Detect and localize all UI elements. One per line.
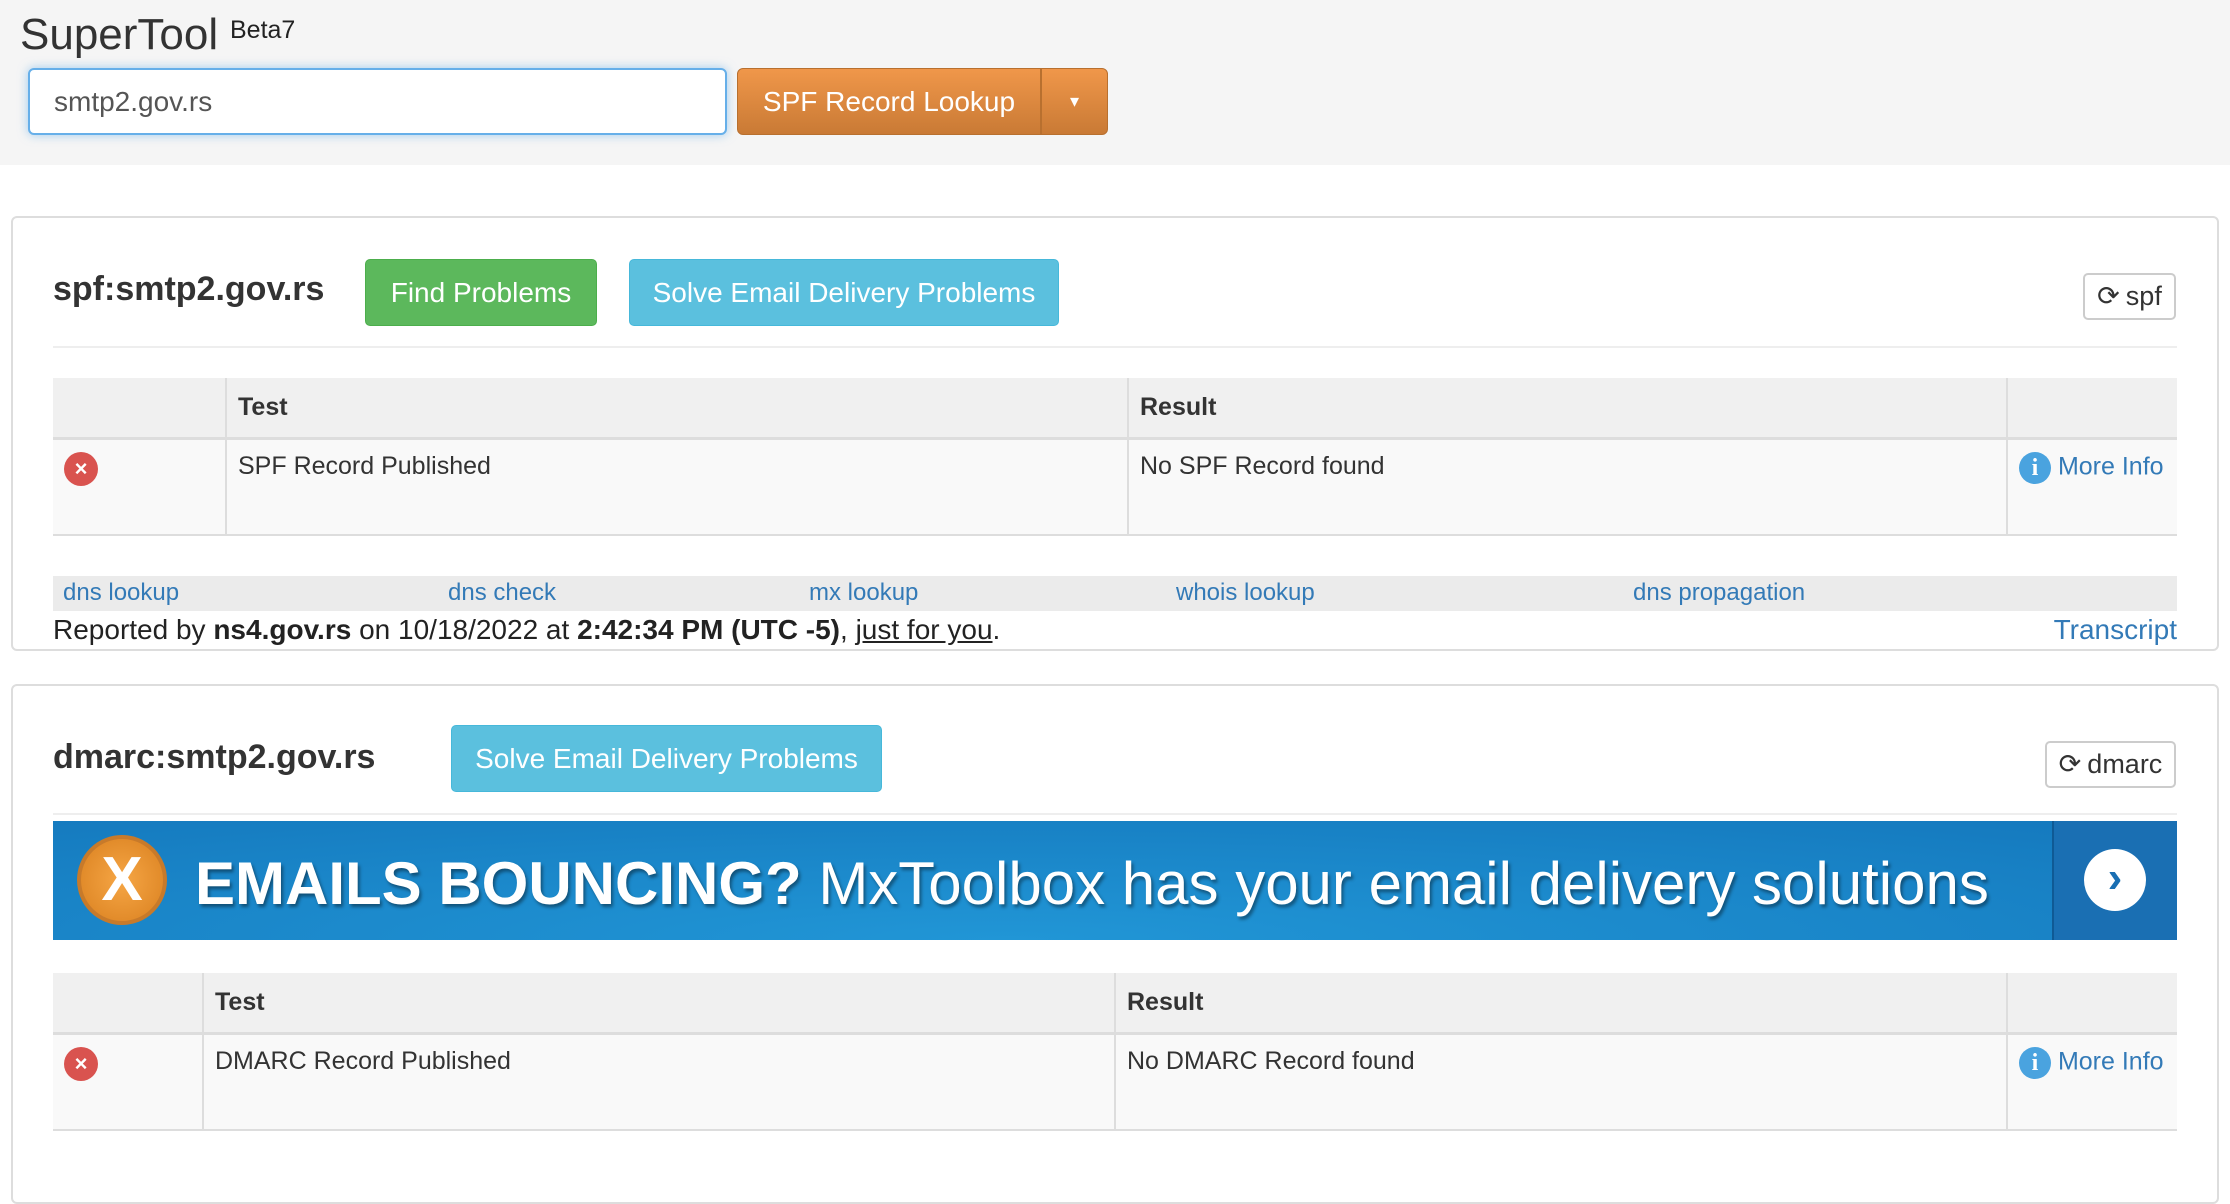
- error-icon: ×: [64, 1046, 98, 1081]
- more-info-link[interactable]: More Info: [2058, 1047, 2164, 1075]
- col-result: Result: [1114, 973, 2007, 1035]
- dns-lookup-link[interactable]: dns lookup: [63, 579, 179, 607]
- col-test: Test: [225, 378, 1128, 440]
- dns-check-link[interactable]: dns check: [448, 579, 556, 607]
- spf-heading: spf:smtp2.gov.rs: [53, 270, 325, 308]
- dns-propagation-link[interactable]: dns propagation: [1633, 579, 1805, 607]
- dmarc-refresh-button[interactable]: ⟳ dmarc: [2045, 741, 2176, 788]
- mxtoolbox-logo-icon: X: [77, 835, 167, 925]
- info-icon: i: [2019, 451, 2051, 484]
- spf-refresh-button[interactable]: ⟳ spf: [2083, 273, 2176, 320]
- report-prefix: Reported by: [53, 614, 214, 645]
- test-name: SPF Record Published: [225, 438, 1128, 536]
- spf-results-table: Test Result × SPF Record Published No SPF R…: [53, 378, 2177, 536]
- transcript-link[interactable]: Transcript: [2054, 614, 2177, 646]
- report-date: on 10/18/2022 at: [351, 614, 578, 645]
- refresh-icon: ⟳: [2058, 749, 2082, 779]
- related-links: dns lookup dns check mx lookup whois loo…: [53, 576, 2177, 611]
- test-result: No SPF Record found: [1127, 438, 2007, 536]
- solve-email-delivery-button[interactable]: Solve Email Delivery Problems: [629, 259, 1059, 326]
- search-input[interactable]: [28, 68, 727, 135]
- refresh-label: spf: [2125, 281, 2162, 311]
- emails-bouncing-banner[interactable]: X EMAILS BOUNCING? MxToolbox has your em…: [53, 821, 2177, 940]
- banner-text: EMAILS BOUNCING? MxToolbox has your emai…: [195, 849, 1989, 918]
- report-info: Reported by ns4.gov.rs on 10/18/2022 at …: [53, 614, 1000, 646]
- table-row: × SPF Record Published No SPF Record found…: [53, 438, 2177, 536]
- spf-lookup-button[interactable]: SPF Record Lookup: [737, 68, 1041, 135]
- table-row: × DMARC Record Published No DMARC Record f…: [53, 1033, 2177, 1131]
- banner-arrow-button[interactable]: ›: [2052, 821, 2177, 940]
- lookup-dropdown-toggle[interactable]: ▾: [1041, 68, 1108, 135]
- mx-lookup-link[interactable]: mx lookup: [809, 579, 918, 607]
- report-end: .: [992, 614, 1001, 645]
- table-header: Test Result: [53, 973, 2177, 1035]
- chevron-right-icon: ›: [2084, 849, 2146, 911]
- divider: [53, 813, 2177, 815]
- info-icon: i: [2019, 1046, 2051, 1079]
- test-result: No DMARC Record found: [1114, 1033, 2007, 1131]
- test-name: DMARC Record Published: [202, 1033, 1115, 1131]
- refresh-label: dmarc: [2087, 749, 2163, 779]
- dmarc-heading: dmarc:smtp2.gov.rs: [53, 738, 376, 776]
- just-for-you-link[interactable]: just for you: [856, 614, 993, 645]
- refresh-icon: ⟳: [2097, 281, 2120, 311]
- report-server: ns4.gov.rs: [213, 614, 352, 645]
- more-info-link[interactable]: More Info: [2058, 452, 2164, 480]
- caret-down-icon: ▾: [1069, 91, 1080, 111]
- table-header: Test Result: [53, 378, 2177, 440]
- banner-tagline: MxToolbox has your email delivery soluti…: [801, 850, 1989, 917]
- report-time: 2:42:34 PM (UTC -5): [577, 614, 840, 645]
- col-test: Test: [202, 973, 1115, 1035]
- col-result: Result: [1127, 378, 2007, 440]
- find-problems-button[interactable]: Find Problems: [365, 259, 597, 326]
- divider: [53, 346, 2177, 348]
- whois-lookup-link[interactable]: whois lookup: [1176, 579, 1315, 607]
- solve-email-delivery-button[interactable]: Solve Email Delivery Problems: [451, 725, 882, 792]
- app-title: SuperTool: [20, 10, 219, 59]
- report-sep: ,: [840, 614, 856, 645]
- banner-headline: EMAILS BOUNCING?: [195, 850, 802, 917]
- beta-badge: Beta7: [230, 16, 296, 44]
- error-icon: ×: [64, 451, 98, 486]
- dmarc-results-table: Test Result × DMARC Record Published No DMA…: [53, 973, 2177, 1131]
